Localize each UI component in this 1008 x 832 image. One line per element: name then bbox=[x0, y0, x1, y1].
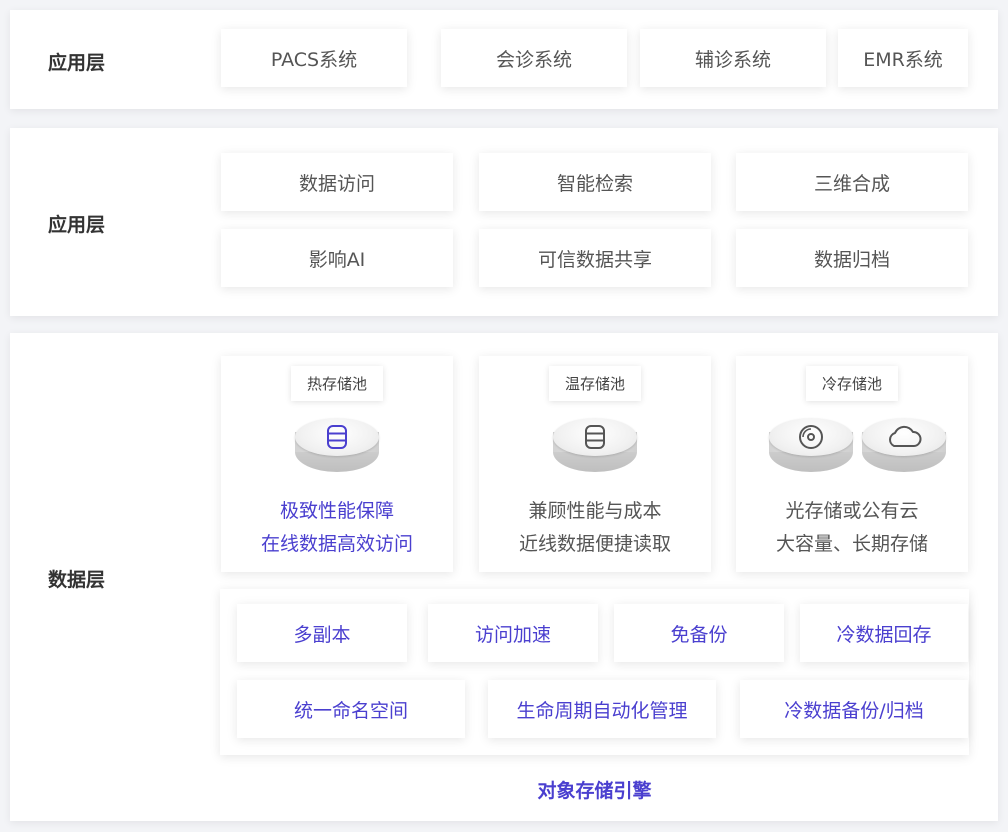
multi-replica-box: 多副本 bbox=[237, 604, 407, 662]
data-access-box: 数据访问 bbox=[221, 153, 453, 211]
optical-disc-icon bbox=[799, 425, 823, 449]
emr-system-box: EMR系统 bbox=[838, 29, 968, 87]
optical-disk bbox=[769, 418, 853, 476]
smart-search-box: 智能检索 bbox=[479, 153, 711, 211]
unified-namespace-box: 统一命名空间 bbox=[237, 680, 465, 738]
hot-pool-line2: 在线数据高效访问 bbox=[260, 533, 413, 555]
consultation-system-box: 会诊系统 bbox=[441, 29, 627, 87]
3d-synthesis-box: 三维合成 bbox=[736, 153, 968, 211]
warm-storage-pool: 温存储池 兼顾性能与成本 近线数据便捷读取 bbox=[479, 356, 711, 572]
lifecycle-automation-box: 生命周期自动化管理 bbox=[488, 680, 716, 738]
diagnosis-assist-system-box: 辅诊系统 bbox=[640, 29, 826, 87]
service-layer-title: 应用层 bbox=[48, 214, 106, 236]
backup-free-box: 免备份 bbox=[614, 604, 784, 662]
cold-pool-line2: 大容量、长期存储 bbox=[775, 533, 928, 555]
cloud-disk bbox=[862, 418, 946, 476]
database-disk bbox=[295, 418, 379, 476]
warm-pool-line2: 近线数据便捷读取 bbox=[518, 533, 671, 555]
hot-pool-tag: 热存储池 bbox=[290, 366, 384, 401]
database-disk bbox=[553, 418, 637, 476]
data-archive-box: 数据归档 bbox=[736, 229, 968, 287]
cold-data-backup-archive-box: 冷数据备份/归档 bbox=[740, 680, 968, 738]
cold-storage-pool: 冷存储池 光存储或公有云 大容量、长期存储 bbox=[736, 356, 968, 572]
access-acceleration-box: 访问加速 bbox=[428, 604, 598, 662]
warm-pool-tag: 温存储池 bbox=[548, 366, 642, 401]
trusted-data-sharing-box: 可信数据共享 bbox=[479, 229, 711, 287]
pacs-system-box: PACS系统 bbox=[221, 29, 407, 87]
database-icon bbox=[327, 425, 347, 449]
cold-data-restore-box: 冷数据回存 bbox=[800, 604, 968, 662]
database-icon bbox=[585, 425, 605, 449]
hot-storage-pool: 热存储池 极致性能保障 在线数据高效访问 bbox=[221, 356, 453, 572]
hot-pool-line1: 极致性能保障 bbox=[279, 500, 394, 522]
object-storage-engine-label: 对象存储引擎 bbox=[537, 780, 652, 802]
service-layer: 应用层 数据访问 智能检索 三维合成 影响AI 可信数据共享 数据归档 bbox=[10, 128, 998, 316]
cold-pool-tag: 冷存储池 bbox=[805, 366, 899, 401]
cloud-icon bbox=[889, 425, 922, 447]
application-layer: 应用层 PACS系统 会诊系统 辅诊系统 EMR系统 bbox=[10, 10, 998, 109]
application-layer-title: 应用层 bbox=[48, 52, 106, 74]
cold-pool-line1: 光存储或公有云 bbox=[785, 500, 919, 522]
warm-pool-line1: 兼顾性能与成本 bbox=[528, 500, 662, 522]
imaging-ai-box: 影响AI bbox=[221, 229, 453, 287]
data-layer-title: 数据层 bbox=[48, 569, 106, 591]
